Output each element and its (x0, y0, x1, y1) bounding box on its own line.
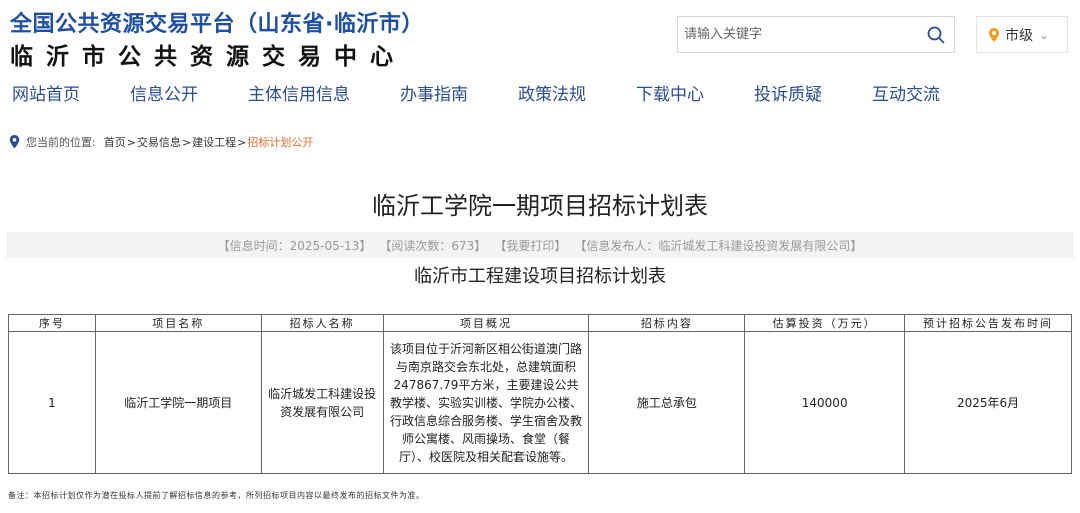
site-subtitle: 临沂市公共资源交易中心 (10, 44, 406, 70)
breadcrumb-trade-info[interactable]: 交易信息 (137, 134, 181, 150)
cell-project-name: 临沂工学院一期项目 (94, 331, 262, 474)
header-publish-time: 预计招标公告发布时间 (904, 314, 1072, 332)
print-link[interactable]: 【我要打印】 (494, 237, 566, 254)
breadcrumb: 您当前的位置: 首页 > 交易信息 > 建设工程 > 招标计划公开 (8, 134, 313, 150)
cell-no: 1 (8, 331, 96, 474)
header-investment: 估算投资（万元） (744, 314, 906, 332)
site-title: 全国公共资源交易平台（山东省·临沂市） (10, 12, 424, 37)
header-no: 序号 (8, 314, 96, 332)
cell-tenderer: 临沂城发工科建设投资发展有限公司 (260, 331, 384, 474)
breadcrumb-current[interactable]: 招标计划公开 (247, 134, 313, 150)
article-title: 临沂工学院一期项目招标计划表 (372, 192, 708, 220)
nav-item-interaction[interactable]: 互动交流 (872, 80, 940, 105)
breadcrumb-home[interactable]: 首页 (104, 134, 126, 150)
table-row: 1 临沂工学院一期项目 临沂城发工科建设投资发展有限公司 该项目位于沂河新区相公… (8, 331, 1072, 474)
footnote: 备注：本招标计划仅作为潜在投标人提前了解招标信息的参考，所列招标项目内容以最终发… (8, 491, 425, 500)
cell-content: 施工总承包 (588, 331, 746, 474)
tender-plan-table: 序号 项目名称 招标人名称 项目概况 招标内容 估算投资（万元） 预计招标公告发… (8, 314, 1072, 474)
search-box (677, 16, 955, 53)
cell-investment: 140000 (744, 331, 906, 474)
header-project-name: 项目名称 (94, 314, 262, 332)
location-pin-icon (987, 27, 1001, 43)
meta-reads: 【阅读次数：673】 (379, 238, 487, 253)
chevron-down-icon: ⌄ (1039, 27, 1050, 42)
location-icon (8, 134, 21, 150)
meta-publisher: 【信息发布人：临沂城发工科建设投资发展有限公司】 (574, 238, 863, 253)
search-icon[interactable] (926, 25, 946, 45)
header-content: 招标内容 (588, 314, 746, 332)
region-label: 市级 (1005, 27, 1033, 44)
cell-overview: 该项目位于沂河新区相公街道澳门路与南京路交会东北处，总建筑面积247867.79… (382, 331, 590, 474)
cell-publish-time: 2025年6月 (904, 331, 1072, 474)
nav-item-download[interactable]: 下载中心 (636, 80, 704, 105)
nav-item-complaint[interactable]: 投诉质疑 (754, 80, 822, 105)
header-overview: 项目概况 (382, 314, 590, 332)
main-nav: 网站首页 信息公开 主体信用信息 办事指南 政策法规 下载中心 投诉质疑 互动交… (12, 80, 990, 105)
region-select[interactable]: 市级 ⌄ (976, 16, 1068, 53)
nav-item-credit[interactable]: 主体信用信息 (248, 80, 350, 105)
table-title: 临沂市工程建设项目招标计划表 (414, 266, 666, 287)
breadcrumb-separator: > (237, 135, 247, 149)
nav-item-info-public[interactable]: 信息公开 (130, 80, 198, 105)
nav-item-policy[interactable]: 政策法规 (518, 80, 586, 105)
article-meta: 【信息时间：2025-05-13】 【阅读次数：673】 【我要打印】 【信息发… (6, 232, 1074, 258)
meta-time: 【信息时间：2025-05-13】 (217, 238, 372, 253)
nav-item-guide[interactable]: 办事指南 (400, 80, 468, 105)
breadcrumb-separator: > (181, 135, 192, 149)
breadcrumb-separator: > (126, 135, 136, 149)
breadcrumb-prefix: 您当前的位置: (26, 136, 96, 149)
header-tenderer: 招标人名称 (260, 314, 384, 332)
search-input[interactable] (678, 17, 914, 52)
breadcrumb-construction[interactable]: 建设工程 (192, 134, 236, 150)
table-header-row: 序号 项目名称 招标人名称 项目概况 招标内容 估算投资（万元） 预计招标公告发… (8, 314, 1072, 332)
nav-item-home[interactable]: 网站首页 (12, 80, 80, 105)
